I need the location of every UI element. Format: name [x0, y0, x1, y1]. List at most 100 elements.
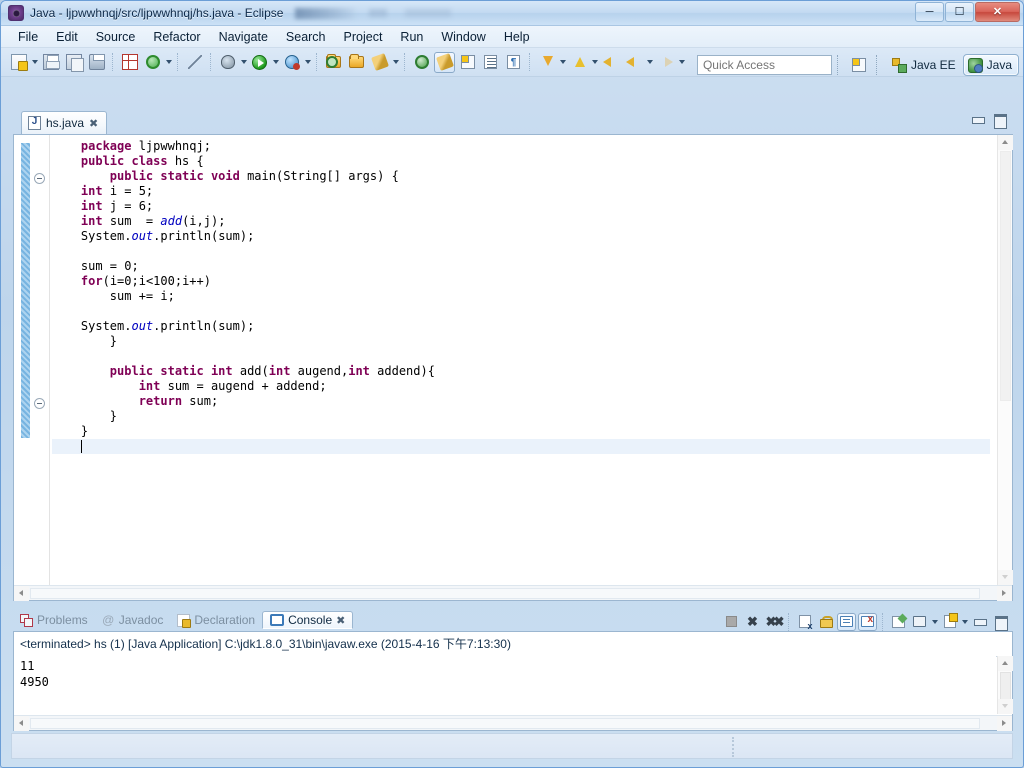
status-bar-grip[interactable]: [732, 737, 735, 757]
menu-run[interactable]: Run: [391, 28, 432, 46]
console-scroll-left-icon[interactable]: [14, 716, 29, 731]
maximize-icon: [994, 615, 1008, 631]
minimize-console-button[interactable]: [970, 613, 989, 631]
clear-console-button[interactable]: [795, 613, 814, 631]
java-perspective-toolbar-button[interactable]: [434, 51, 455, 73]
console-scroll-right-icon[interactable]: [997, 716, 1012, 731]
remove-launch-button[interactable]: ✖: [743, 613, 762, 631]
scroll-lock-button[interactable]: [816, 613, 835, 631]
print-button[interactable]: [86, 52, 107, 73]
pin-console-button[interactable]: [889, 613, 908, 631]
display-console-dropdown[interactable]: [930, 611, 939, 632]
search-button[interactable]: [369, 52, 390, 73]
menu-search[interactable]: Search: [277, 28, 335, 46]
previous-annotation-button[interactable]: [568, 52, 589, 73]
java-file-icon: [28, 116, 41, 130]
menu-source[interactable]: Source: [87, 28, 145, 46]
back-dropdown[interactable]: [645, 52, 654, 73]
minimize-icon: [973, 616, 987, 628]
back-button[interactable]: [600, 52, 621, 73]
refresh-button[interactable]: [142, 52, 163, 73]
perspective-java-ee[interactable]: Java EE: [887, 54, 963, 76]
scroll-up-icon[interactable]: [998, 135, 1013, 150]
scroll-right-icon[interactable]: [997, 586, 1012, 601]
console-output-text[interactable]: 11 4950: [14, 656, 996, 714]
next-annotation-button[interactable]: [536, 52, 557, 73]
close-icon[interactable]: ✖: [336, 614, 345, 627]
coverage-dropdown[interactable]: [303, 52, 312, 73]
save-button[interactable]: [40, 52, 61, 73]
terminate-button[interactable]: [722, 613, 741, 631]
console-scroll-up-icon[interactable]: [998, 656, 1013, 671]
menu-file[interactable]: File: [9, 28, 47, 46]
fold-marker-add-icon[interactable]: [34, 398, 45, 409]
close-icon[interactable]: ✖: [89, 117, 98, 130]
editor-vscroll-thumb[interactable]: [1000, 151, 1011, 401]
tab-javadoc[interactable]: @ Javadoc: [95, 611, 171, 629]
show-console-on-output-button[interactable]: [837, 612, 856, 631]
tab-console[interactable]: Console ✖: [262, 611, 354, 629]
close-window-button[interactable]: ✕: [975, 2, 1020, 22]
menu-window[interactable]: Window: [432, 28, 494, 46]
menu-navigate[interactable]: Navigate: [210, 28, 277, 46]
outline-button[interactable]: [480, 52, 501, 73]
perspective-java[interactable]: Java: [962, 54, 1019, 76]
new-java-project-button[interactable]: [323, 52, 344, 73]
refresh-dropdown[interactable]: [164, 52, 173, 73]
menu-refactor[interactable]: Refactor: [144, 28, 209, 46]
run-button[interactable]: [249, 52, 270, 73]
restore-window-button[interactable]: ☐: [945, 2, 974, 22]
search-dropdown[interactable]: [391, 52, 400, 73]
toggle-mark-occurrences-button[interactable]: [184, 52, 205, 73]
code-editor-text[interactable]: package ljpwwhnqj; public class hs { pub…: [52, 135, 990, 584]
open-console-button[interactable]: [940, 613, 959, 631]
console-hscroll-thumb[interactable]: [30, 718, 980, 729]
editor-hscroll-thumb[interactable]: [30, 588, 980, 599]
new-wizard-button[interactable]: [8, 52, 29, 73]
java-browsing-button[interactable]: [457, 52, 478, 73]
show-whitespace-button[interactable]: ¶: [503, 52, 524, 73]
open-console-dropdown[interactable]: [960, 611, 969, 632]
editor-horizontal-scrollbar[interactable]: [14, 585, 1012, 601]
save-all-button[interactable]: [63, 52, 84, 73]
next-annotation-dropdown[interactable]: [558, 52, 567, 73]
fold-marker-main-icon[interactable]: [34, 173, 45, 184]
editor-gutter[interactable]: [14, 135, 50, 600]
tab-declaration[interactable]: Declaration: [170, 611, 262, 629]
new-wizard-dropdown[interactable]: [30, 52, 39, 73]
new-java-project-icon: [326, 54, 341, 68]
console-vertical-scrollbar[interactable]: [997, 656, 1013, 714]
minimize-window-button[interactable]: ─: [915, 2, 944, 22]
menu-help[interactable]: Help: [495, 28, 539, 46]
debug-button[interactable]: [217, 52, 238, 73]
minimize-editor-button[interactable]: [971, 114, 985, 126]
menu-project[interactable]: Project: [335, 28, 392, 46]
previous-annotation-dropdown[interactable]: [590, 52, 599, 73]
coverage-button[interactable]: [281, 52, 302, 73]
menu-edit[interactable]: Edit: [47, 28, 87, 46]
debug-dropdown[interactable]: [239, 52, 248, 73]
maximize-console-button[interactable]: [991, 613, 1010, 631]
next-edit-location-button[interactable]: [411, 52, 432, 73]
open-perspective-button[interactable]: [849, 55, 870, 76]
tab-problems[interactable]: Problems: [13, 611, 95, 629]
run-dropdown[interactable]: [271, 52, 280, 73]
editor-vertical-scrollbar[interactable]: [997, 135, 1013, 585]
display-selected-console-button[interactable]: [910, 613, 929, 631]
editor-tab-hs-java[interactable]: hs.java ✖: [21, 111, 108, 134]
console-scroll-down-icon[interactable]: [998, 699, 1013, 714]
toggle-grid-button[interactable]: [119, 52, 140, 73]
forward-nav-button[interactable]: [655, 52, 676, 73]
maximize-editor-button[interactable]: [993, 114, 1007, 129]
scroll-left-icon[interactable]: [14, 586, 29, 601]
show-console-on-error-button[interactable]: [858, 612, 877, 631]
pin-console-icon: [892, 615, 905, 628]
open-type-button[interactable]: [346, 52, 367, 73]
console-horizontal-scrollbar[interactable]: [14, 715, 1012, 731]
forward-dropdown[interactable]: [677, 52, 686, 73]
scroll-down-icon[interactable]: [998, 570, 1013, 585]
quick-access-input[interactable]: [696, 55, 832, 75]
forward-button[interactable]: [623, 52, 644, 73]
remove-all-terminated-button[interactable]: ✖✖: [764, 613, 785, 631]
